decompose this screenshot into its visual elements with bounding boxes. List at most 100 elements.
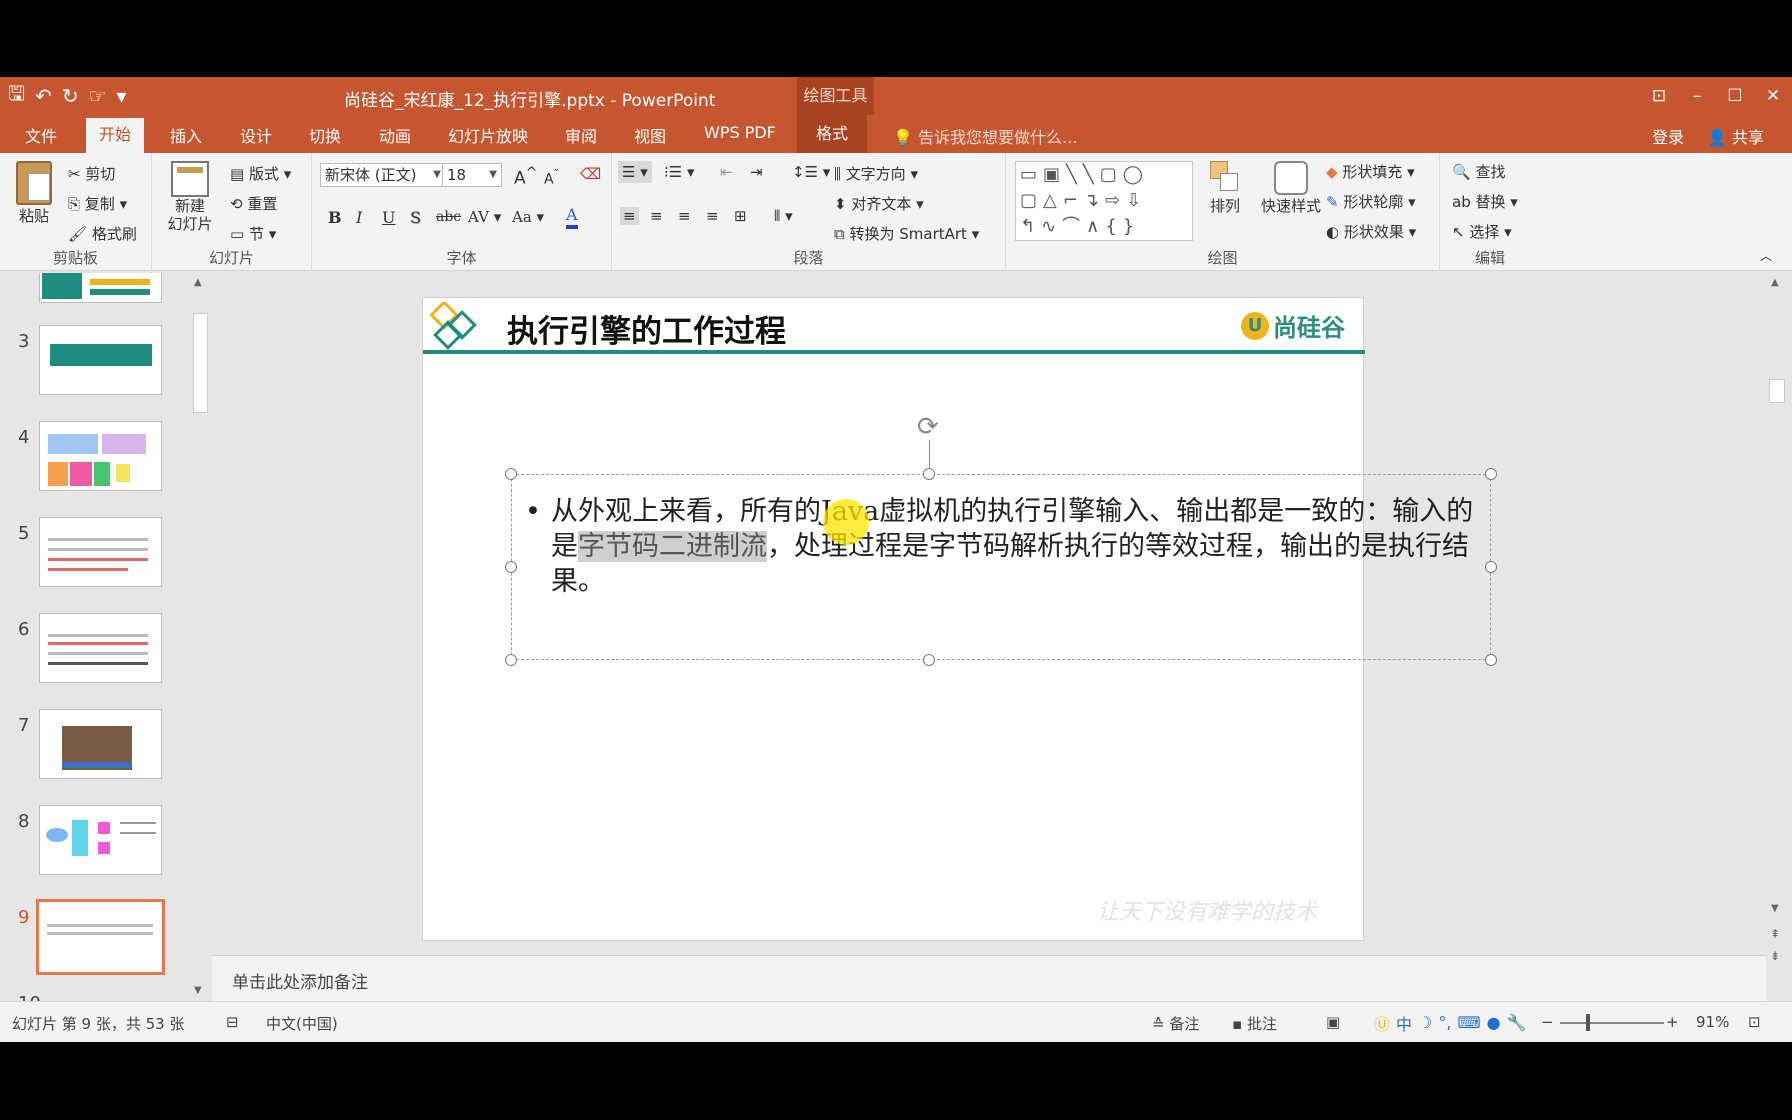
rotate-handle-icon[interactable]: ⟳ <box>917 412 939 442</box>
collapse-ribbon-icon[interactable]: ︿ <box>1760 247 1772 264</box>
tab-transitions[interactable]: 切换 <box>309 123 341 147</box>
resize-handle-right[interactable] <box>1485 561 1497 573</box>
strikethrough-button[interactable]: abc <box>436 209 461 225</box>
font-name-combo[interactable]: 新宋体 (正文) ▼ <box>320 163 446 187</box>
scroll-down-icon[interactable]: ▼ <box>1771 903 1779 914</box>
tab-design[interactable]: 设计 <box>240 123 272 147</box>
zoom-slider[interactable] <box>1560 1022 1664 1024</box>
bullets-button[interactable]: ☰ ▾ <box>618 161 652 183</box>
tell-me-search[interactable]: 💡 告诉我您想要做什么... <box>893 124 1077 148</box>
format-painter-button[interactable]: 🖌 格式刷 <box>68 223 137 244</box>
slide-title[interactable]: 执行引擎的工作过程 <box>507 306 786 351</box>
half-width-icon[interactable]: ☽ <box>1418 1013 1432 1032</box>
tab-animations[interactable]: 动画 <box>379 123 411 147</box>
redo-icon[interactable]: ↻ <box>62 84 79 108</box>
scroll-up-icon[interactable]: ▲ <box>194 277 202 288</box>
close-icon[interactable]: ✕ <box>1754 77 1792 115</box>
thumbnail-slide[interactable] <box>39 421 162 491</box>
change-case-button[interactable]: Aa ▾ <box>512 208 544 226</box>
next-slide-icon[interactable]: ⇟ <box>1770 949 1780 963</box>
zoom-level[interactable]: 91% <box>1696 1013 1729 1031</box>
selected-text[interactable]: 字节码二进制流 <box>578 531 767 562</box>
columns-button[interactable]: ⫴ ▾ <box>774 207 793 225</box>
previous-slide-icon[interactable]: ⇞ <box>1770 927 1780 941</box>
spell-check-icon[interactable]: ⊟ <box>226 1013 239 1031</box>
text-direction-button[interactable]: ⫼ 文字方向 ▾ <box>834 163 918 184</box>
thumbnails-scrollbar[interactable]: ▲ ▼ <box>190 273 212 1001</box>
thumbnail-slide-selected[interactable] <box>36 899 165 975</box>
thumbnail-slide[interactable] <box>39 613 162 683</box>
bold-button[interactable]: B <box>328 208 342 227</box>
shapes-gallery[interactable]: ▭▣╲╲▢◯ ▢△⌐↴⇨⇩ ↰∿⌒∧{} <box>1015 161 1193 241</box>
undo-icon[interactable]: ↶ <box>35 84 52 108</box>
scrollbar-thumb[interactable] <box>1769 379 1785 403</box>
thumbnail-slide[interactable] <box>39 517 162 587</box>
thumbnail-partial[interactable] <box>39 273 162 303</box>
underline-button[interactable]: U <box>382 208 395 227</box>
char-spacing-button[interactable]: AV ▾ <box>468 208 501 226</box>
zoom-out-icon[interactable]: − <box>1541 1013 1554 1031</box>
keyboard-icon[interactable]: ⌨ <box>1457 1013 1480 1032</box>
scroll-down-icon[interactable]: ▼ <box>194 985 202 996</box>
resize-handle-top-left[interactable] <box>505 468 517 480</box>
increase-indent-button[interactable]: ⇥ <box>750 163 763 181</box>
comments-toggle[interactable]: ▪ 批注 <box>1232 1013 1277 1034</box>
layout-button[interactable]: ▤ 版式 ▾ <box>230 163 291 184</box>
ribbon-display-icon[interactable]: ⊡ <box>1640 77 1678 115</box>
tab-insert[interactable]: 插入 <box>170 123 202 147</box>
resize-handle-bottom[interactable] <box>923 654 935 666</box>
decrease-indent-button[interactable]: ⇤ <box>720 163 733 181</box>
align-right-button[interactable]: ≡ <box>678 207 691 225</box>
shrink-font-button[interactable]: Aˇ <box>544 167 559 188</box>
cut-button[interactable]: ✂ 剪切 <box>68 163 115 184</box>
select-button[interactable]: ↖ 选择 ▾ <box>1452 221 1512 242</box>
copy-button[interactable]: ⎘ 复制 ▾ <box>68 193 127 214</box>
font-color-button[interactable]: A <box>566 205 578 229</box>
clear-formatting-icon[interactable]: ⌫ <box>580 165 601 183</box>
resize-handle-top[interactable] <box>923 468 935 480</box>
thumbnail-slide[interactable] <box>39 709 162 779</box>
resize-handle-left[interactable] <box>505 561 517 573</box>
zoom-slider-knob[interactable] <box>1586 1014 1590 1031</box>
shadow-button[interactable]: S <box>410 208 421 227</box>
justify-button[interactable]: ≡ <box>706 207 719 225</box>
scrollbar-thumb[interactable] <box>193 313 208 413</box>
fit-slide-icon[interactable]: ⊡ <box>1748 1013 1761 1031</box>
share-button[interactable]: 👤 共享 <box>1707 124 1764 148</box>
customize-qat-icon[interactable]: ▾ <box>117 84 127 108</box>
replace-button[interactable]: ab 替换 ▾ <box>1452 191 1518 212</box>
paste-button[interactable]: 粘贴 <box>12 161 56 226</box>
tab-format[interactable]: 格式 <box>797 115 868 153</box>
align-text-button[interactable]: ⬍ 对齐文本 ▾ <box>834 193 924 214</box>
font-size-combo[interactable]: 18 ▼ <box>442 163 502 187</box>
maximize-icon[interactable]: ☐ <box>1716 77 1754 115</box>
arrange-button[interactable]: 排列 <box>1202 161 1248 216</box>
tab-file[interactable]: 文件 <box>25 123 57 147</box>
section-button[interactable]: ▭ 节 ▾ <box>230 223 276 244</box>
tab-wps-pdf[interactable]: WPS PDF <box>704 123 776 142</box>
shape-fill-button[interactable]: ◆ 形状填充 ▾ <box>1326 161 1415 182</box>
find-button[interactable]: 🔍 查找 <box>1452 161 1505 182</box>
tab-home[interactable]: 开始 <box>86 118 145 153</box>
shape-outline-button[interactable]: ✎ 形状轮廓 ▾ <box>1326 191 1416 212</box>
bullet-paragraph[interactable]: 从外观上来看，所有的Java虚拟机的执行引擎输入、输出都是一致的：输入的是字节码… <box>551 494 1476 599</box>
slide-scrollbar[interactable]: ▲ ▼ ⇞ ⇟ <box>1766 273 1788 1001</box>
italic-button[interactable]: I <box>356 208 362 227</box>
quick-styles-button[interactable]: 快速样式 <box>1256 161 1326 216</box>
distributed-button[interactable]: ⊞ <box>734 207 747 225</box>
punctuation-icon[interactable]: °, <box>1438 1013 1451 1032</box>
scroll-up-icon[interactable]: ▲ <box>1771 277 1779 288</box>
touch-mode-icon[interactable]: ☞ <box>89 84 107 108</box>
convert-smartart-button[interactable]: ⧉ 转换为 SmartArt ▾ <box>834 223 979 244</box>
shape-effects-button[interactable]: ◐ 形状效果 ▾ <box>1326 221 1416 242</box>
ime-logo-icon[interactable]: Ⓤ <box>1374 1011 1390 1035</box>
tab-review[interactable]: 审阅 <box>565 123 597 147</box>
reset-button[interactable]: ⟲ 重置 <box>230 193 277 214</box>
normal-view-icon[interactable]: ▣ <box>1326 1013 1340 1031</box>
line-spacing-button[interactable]: ↕☰ ▾ <box>792 163 830 181</box>
thumbnail-slide[interactable] <box>39 805 162 875</box>
resize-handle-top-right[interactable] <box>1485 468 1497 480</box>
notes-pane[interactable]: 单击此处添加备注 <box>212 955 1766 1001</box>
resize-handle-bottom-right[interactable] <box>1485 654 1497 666</box>
grow-font-button[interactable]: A^ <box>514 165 538 189</box>
